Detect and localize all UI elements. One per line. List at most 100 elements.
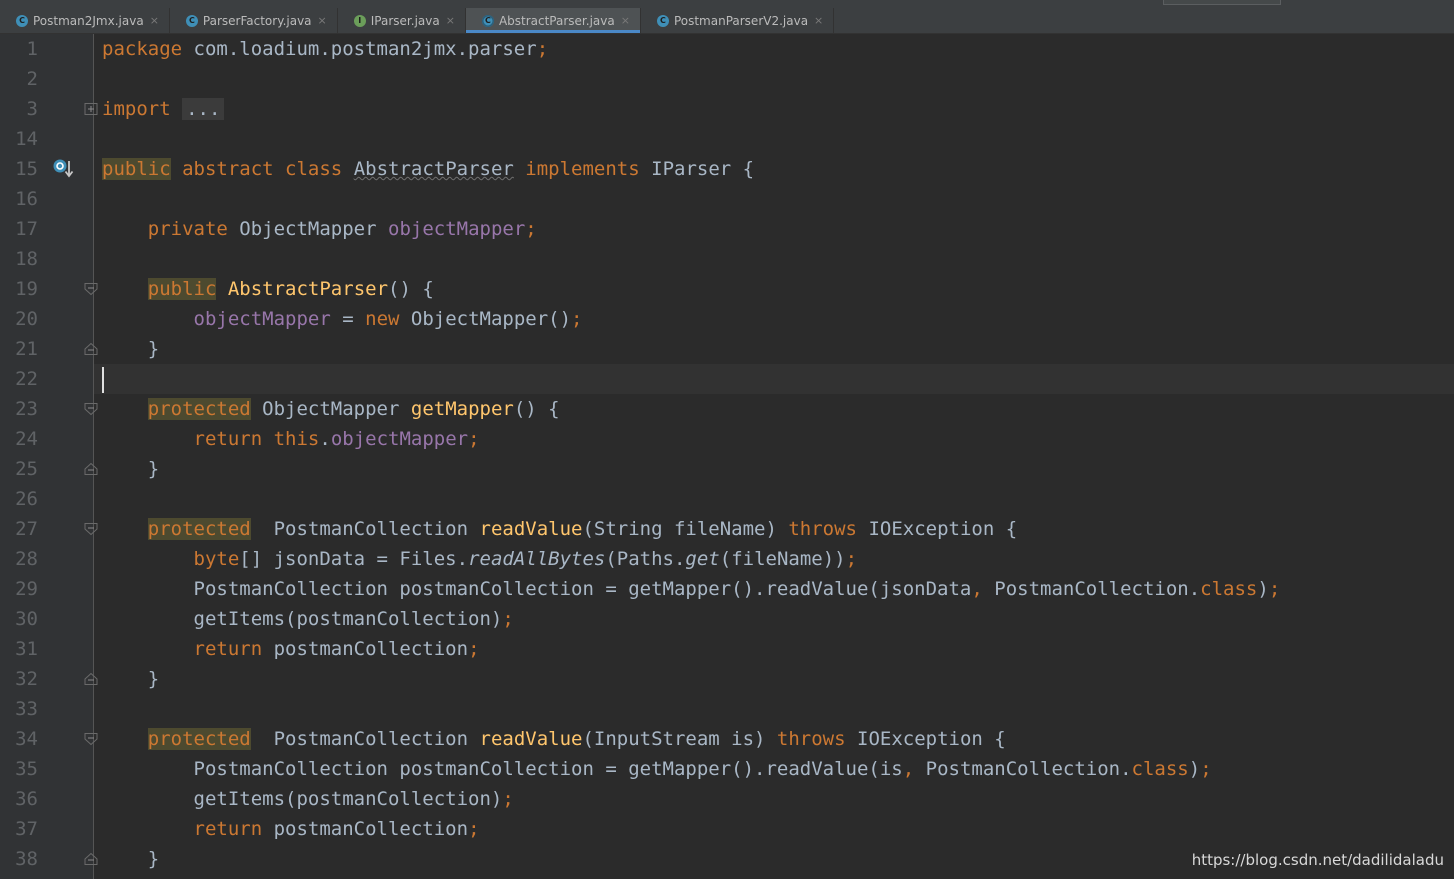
code-line[interactable]: 17 private ObjectMapper objectMapper;: [0, 214, 1454, 244]
code-line[interactable]: 34 protected PostmanCollection readValue…: [0, 724, 1454, 754]
code-line[interactable]: 18: [0, 244, 1454, 274]
tab-postmanparserv2[interactable]: C PostmanParserV2.java ×: [641, 8, 835, 33]
line-number: 32: [15, 668, 38, 690]
fold-collapse-icon[interactable]: [84, 283, 100, 295]
tab-label: Postman2Jmx.java: [33, 13, 144, 28]
code-line[interactable]: 26: [0, 484, 1454, 514]
code-text: }: [147, 668, 160, 690]
code-line[interactable]: 22: [0, 364, 1454, 394]
code-line[interactable]: 33: [0, 694, 1454, 724]
code-line[interactable]: 35 PostmanCollection postmanCollection =…: [0, 754, 1454, 784]
toolbar-widget[interactable]: [1163, 0, 1281, 5]
fold-end-icon[interactable]: [84, 463, 100, 475]
fold-end-icon[interactable]: [84, 673, 100, 685]
keyword: protected: [147, 398, 251, 420]
code-line[interactable]: 30 getItems(postmanCollection);: [0, 604, 1454, 634]
tab-abstractparser[interactable]: C AbstractParser.java ×: [465, 8, 641, 33]
keyword: return: [193, 638, 263, 660]
folded-imports[interactable]: ...: [182, 98, 225, 120]
code-text: package com.loadium.postman2jmx.parser;: [102, 34, 548, 64]
line-number: 30: [15, 608, 38, 630]
line-number: 37: [15, 818, 38, 840]
editor-tab-bar: C Postman2Jmx.java × C ParserFactory.jav…: [0, 8, 1454, 34]
code-line[interactable]: 37 return postmanCollection;: [0, 814, 1454, 844]
tab-label: AbstractParser.java: [498, 13, 615, 28]
tab-parserfactory[interactable]: C ParserFactory.java ×: [170, 8, 338, 33]
code-line[interactable]: 14: [0, 124, 1454, 154]
close-icon[interactable]: ×: [150, 14, 159, 27]
code-line[interactable]: 25 }: [0, 454, 1454, 484]
fold-expand-icon[interactable]: [84, 103, 100, 115]
close-icon[interactable]: ×: [318, 14, 327, 27]
tab-label: ParserFactory.java: [202, 13, 312, 28]
tab-iparser[interactable]: I IParser.java ×: [338, 8, 466, 33]
fold-end-icon[interactable]: [84, 853, 100, 865]
code-line[interactable]: 32 }: [0, 664, 1454, 694]
line-number: 31: [15, 638, 38, 660]
line-number: 33: [15, 698, 38, 720]
keyword: public: [147, 278, 217, 300]
method-name: readValue: [479, 518, 583, 540]
code-line[interactable]: 24 return this.objectMapper;: [0, 424, 1454, 454]
method-name: getMapper: [410, 398, 514, 420]
line-number: 2: [26, 68, 38, 90]
fold-collapse-icon[interactable]: [84, 523, 100, 535]
code-line[interactable]: 20 objectMapper = new ObjectMapper();: [0, 304, 1454, 334]
code-line[interactable]: 23 protected ObjectMapper getMapper() {: [0, 394, 1454, 424]
line-number: 1: [26, 38, 38, 60]
code-line[interactable]: 27 protected PostmanCollection readValue…: [0, 514, 1454, 544]
code-editor[interactable]: 1 package com.loadium.postman2jmx.parser…: [0, 34, 1454, 879]
keyword: throws: [788, 518, 857, 540]
code-line[interactable]: 29 PostmanCollection postmanCollection =…: [0, 574, 1454, 604]
code-line[interactable]: 15 public abstract class AbstractParser …: [0, 154, 1454, 184]
fold-end-icon[interactable]: [84, 343, 100, 355]
code-text: return postmanCollection;: [193, 818, 480, 840]
fold-collapse-icon[interactable]: [84, 403, 100, 415]
line-number: 28: [15, 548, 38, 570]
keyword: protected: [147, 728, 251, 750]
line-number: 17: [15, 218, 38, 240]
keyword: class: [273, 158, 343, 180]
code-text: PostmanCollection postmanCollection = ge…: [193, 578, 1281, 600]
code-text: [102, 364, 104, 394]
code-text: PostmanCollection postmanCollection = ge…: [193, 758, 1212, 780]
class-icon: C: [656, 14, 669, 27]
keyword: throws: [776, 728, 846, 750]
line-number: 36: [15, 788, 38, 810]
fold-collapse-icon[interactable]: [84, 733, 100, 745]
close-icon[interactable]: ×: [446, 14, 455, 27]
code-text: objectMapper = new ObjectMapper();: [193, 308, 583, 330]
keyword: return: [193, 818, 263, 840]
code-line[interactable]: 28 byte[] jsonData = Files.readAllBytes(…: [0, 544, 1454, 574]
code-line[interactable]: 16: [0, 184, 1454, 214]
close-icon[interactable]: ×: [621, 14, 630, 27]
code-text: }: [147, 848, 160, 870]
line-number: 23: [15, 398, 38, 420]
code-text: }: [147, 338, 160, 360]
class-name: AbstractParser: [353, 158, 514, 180]
text-caret: [102, 366, 104, 393]
code-line[interactable]: 31 return postmanCollection;: [0, 634, 1454, 664]
watermark-url: https://blog.csdn.net/dadilidaladu: [1191, 851, 1444, 869]
static-method: readAllBytes: [468, 548, 606, 570]
line-number: 35: [15, 758, 38, 780]
code-line[interactable]: 1 package com.loadium.postman2jmx.parser…: [0, 34, 1454, 64]
package-name: com.loadium.postman2jmx.parser: [182, 38, 537, 60]
tab-postman2jmx[interactable]: C Postman2Jmx.java ×: [0, 8, 170, 33]
code-line[interactable]: 21 }: [0, 334, 1454, 364]
keyword: implements: [513, 158, 640, 180]
code-line[interactable]: 3 import ...: [0, 94, 1454, 124]
line-number: 19: [15, 278, 38, 300]
line-number: 29: [15, 578, 38, 600]
line-number: 16: [15, 188, 38, 210]
code-text: public abstract class AbstractParser imp…: [102, 158, 755, 180]
close-icon[interactable]: ×: [814, 14, 823, 27]
keyword: new: [365, 308, 400, 330]
method-name: readValue: [479, 728, 583, 750]
code-text: protected ObjectMapper getMapper() {: [147, 398, 560, 420]
implemented-by-icon[interactable]: [52, 158, 76, 180]
code-line[interactable]: 19 public AbstractParser() {: [0, 274, 1454, 304]
code-text: private ObjectMapper objectMapper;: [147, 218, 537, 240]
code-line[interactable]: 2: [0, 64, 1454, 94]
code-line[interactable]: 36 getItems(postmanCollection);: [0, 784, 1454, 814]
